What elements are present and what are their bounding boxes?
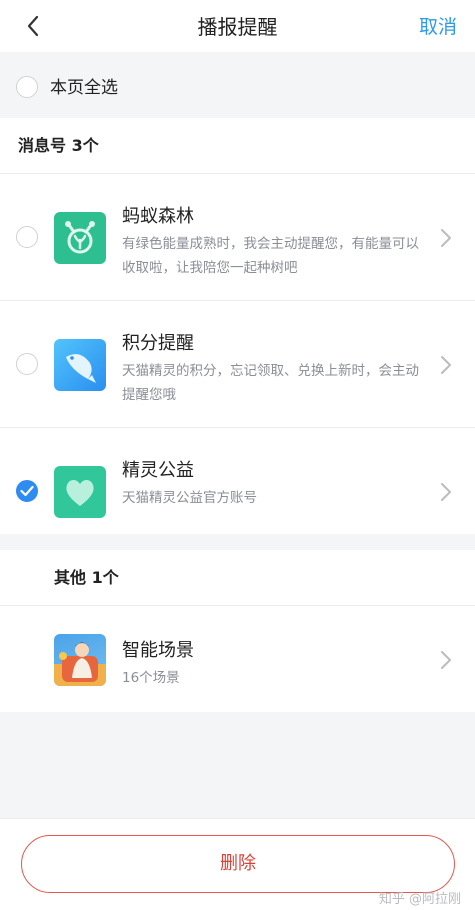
item-checkbox[interactable] — [16, 353, 38, 375]
item-title: 精灵公益 — [122, 460, 194, 481]
chevron-right-icon — [441, 483, 451, 501]
item-description: 16个场景 — [122, 670, 180, 686]
message-accounts-section: 消息号 3个 蚂蚁森林 有绿色能量成熟时，我会主动提醒您，有能量可以收取啦，让我… — [0, 118, 475, 534]
ant-forest-icon — [54, 212, 106, 264]
item-title: 蚂蚁森林 — [122, 206, 194, 227]
item-title: 智能场景 — [122, 640, 194, 661]
section-heading: 消息号 3个 — [0, 118, 475, 174]
list-item[interactable]: 积分提醒 天猫精灵的积分，忘记领取、兑换上新时，会主动提醒您哦 — [0, 301, 475, 428]
cancel-button[interactable]: 取消 — [419, 0, 457, 52]
item-checkbox[interactable] — [16, 226, 38, 248]
chevron-right-icon — [441, 229, 451, 247]
select-all-checkbox[interactable] — [16, 76, 38, 98]
list-item[interactable]: 蚂蚁森林 有绿色能量成熟时，我会主动提醒您，有能量可以收取啦，让我陪您一起种树吧 — [0, 174, 475, 301]
smart-scene-icon — [54, 634, 106, 686]
page-title: 播报提醒 — [197, 15, 278, 39]
item-title: 积分提醒 — [122, 333, 194, 354]
item-description: 天猫精灵公益官方账号 — [122, 490, 257, 506]
item-checkbox-checked[interactable] — [16, 480, 38, 502]
watermark: 知乎 @阿拉刚 — [378, 892, 461, 907]
nav-header: 播报提醒 取消 — [0, 0, 475, 52]
item-description: 天猫精灵的积分，忘记领取、兑换上新时，会主动提醒您哦 — [122, 363, 419, 403]
others-section: 其他 1个 智能场景 16个场景 — [0, 550, 475, 712]
list-item[interactable]: 精灵公益 天猫精灵公益官方账号 — [0, 428, 475, 555]
item-description: 有绿色能量成熟时，我会主动提醒您，有能量可以收取啦，让我陪您一起种树吧 — [122, 236, 419, 276]
checkmark-icon — [20, 485, 34, 497]
chevron-right-icon — [441, 356, 451, 374]
select-all-label: 本页全选 — [50, 78, 118, 98]
section-heading: 其他 1个 — [0, 550, 475, 606]
select-all-row[interactable]: 本页全选 — [0, 58, 475, 116]
fish-points-icon — [54, 339, 106, 391]
delete-button[interactable]: 删除 — [21, 835, 455, 893]
list-item[interactable]: 智能场景 16个场景 — [0, 606, 475, 712]
chevron-right-icon — [441, 651, 451, 669]
heart-charity-icon — [54, 466, 106, 518]
